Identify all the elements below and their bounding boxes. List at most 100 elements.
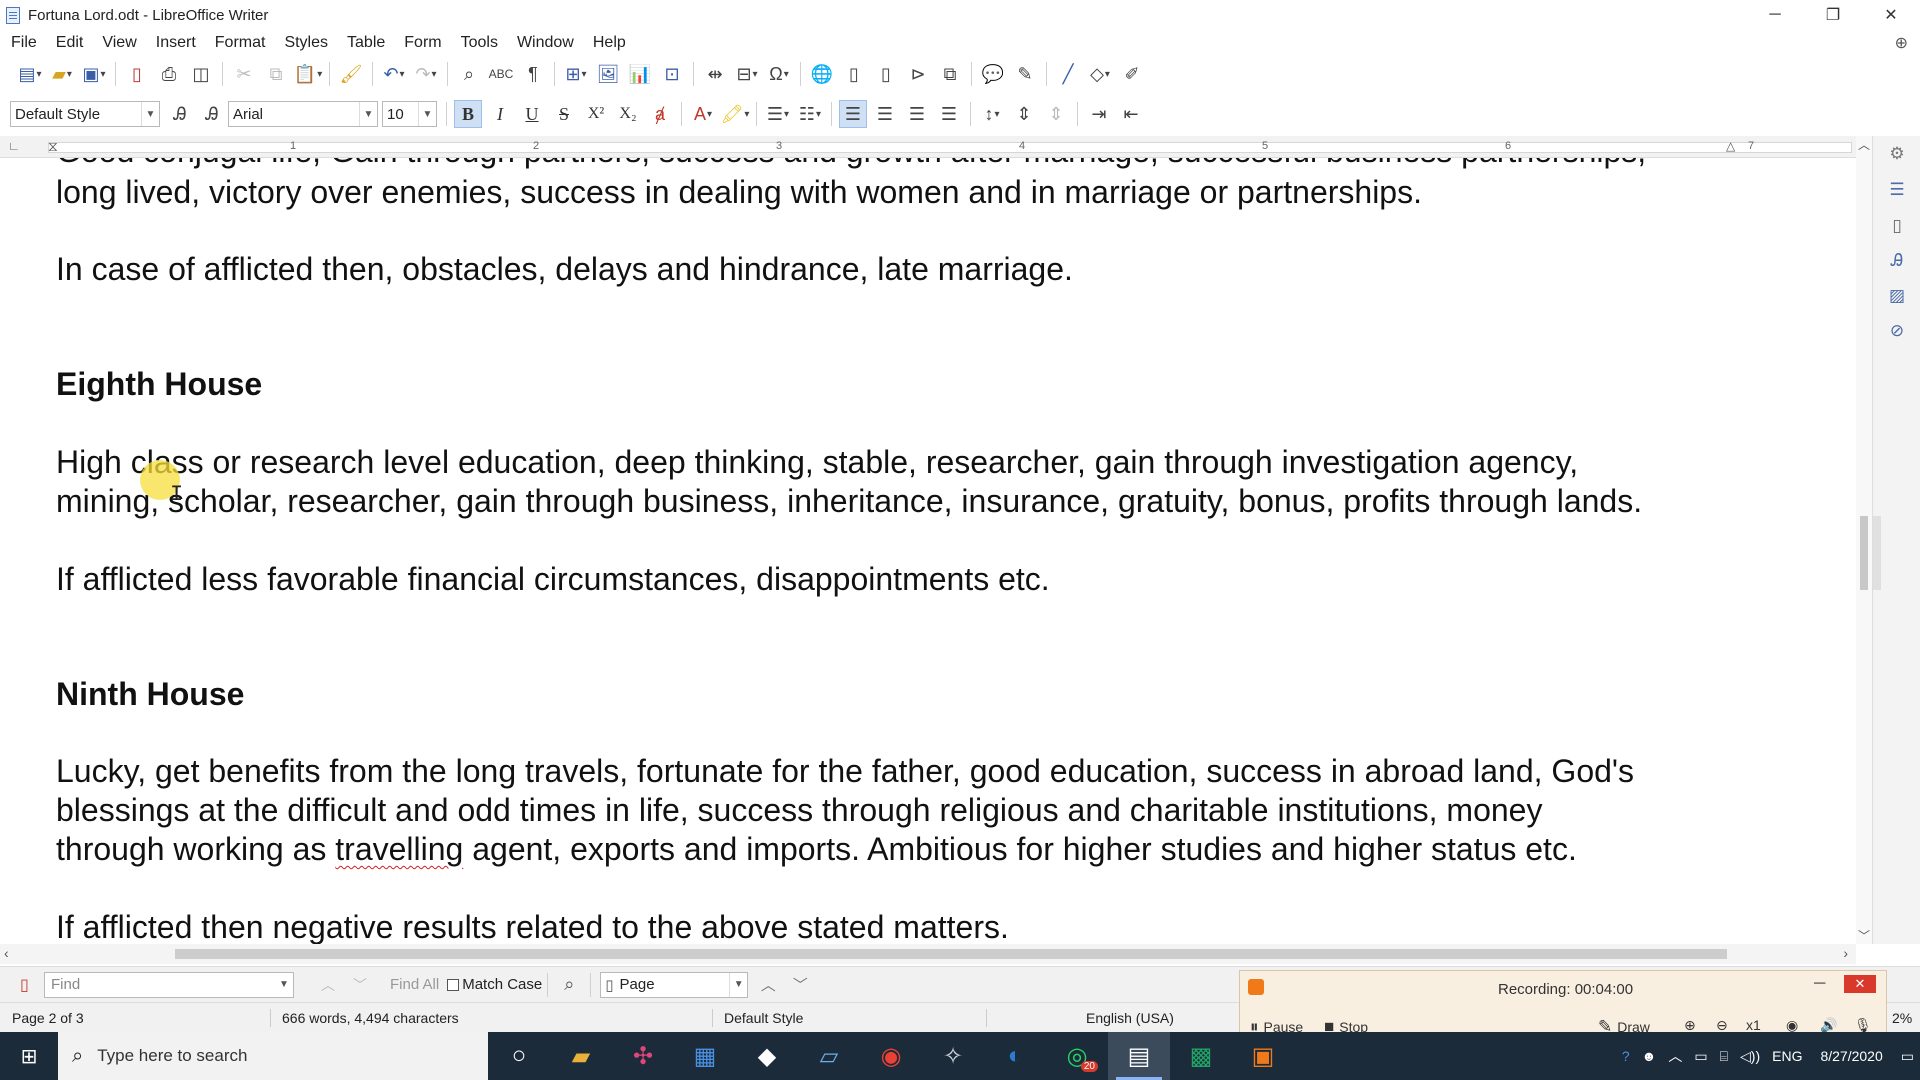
chevron-up-icon[interactable]: ︿ [1668,1046,1682,1066]
paragraph[interactable]: High class or research level education, … [56,443,1756,482]
hyperlink-icon[interactable]: 🌐 [808,60,836,88]
insert-field-icon[interactable]: ⊟ [733,60,761,88]
paragraph[interactable]: long lived, victory over enemies, succes… [56,173,1756,212]
superscript-button[interactable]: X² [582,100,610,128]
minimize-button[interactable]: ─ [1746,0,1804,30]
clock[interactable]: 8/27/2020 [1814,1046,1888,1066]
navigator-icon[interactable]: ⊘ [1885,319,1909,343]
close-recorder-icon[interactable]: ✕ [1844,975,1876,993]
scroll-right-icon[interactable]: › [1843,945,1848,961]
menu-form[interactable]: Form [393,34,449,52]
document-area[interactable]: Good conjugal life, Gain through partner… [0,158,1856,944]
chevron-down-icon[interactable]: ▼ [359,102,377,126]
indent-marker-icon[interactable]: ⧖ [48,138,58,155]
chevron-down-icon[interactable]: ▼ [729,972,747,997]
spelling-icon[interactable]: ABC [487,60,515,88]
help-icon[interactable]: ? [1622,1048,1630,1064]
line-icon[interactable]: ╱ [1054,60,1082,88]
menu-file[interactable]: File [0,34,45,52]
maximize-button[interactable]: ❐ [1804,0,1862,30]
undo-icon[interactable]: ↶ [380,60,408,88]
chevron-down-icon[interactable]: ▼ [275,973,293,997]
find-previous-icon[interactable]: ︿ [314,971,342,999]
ordered-list-icon[interactable]: ☷ [796,100,824,128]
unordered-list-icon[interactable]: ☰ [764,100,792,128]
menu-styles[interactable]: Styles [273,34,336,52]
new-style-icon[interactable]: Ꭿ [198,100,226,128]
paragraph[interactable]: mining, scholar, researcher, gain throug… [56,482,1756,521]
paragraph[interactable]: In case of afflicted then, obstacles, de… [56,250,1756,289]
decrease-indent-icon[interactable]: ⇤ [1117,100,1145,128]
page-count[interactable]: Page 2 of 3 [12,1010,84,1026]
whatsapp-icon[interactable]: ◎ 20 [1046,1032,1108,1080]
scroll-down-icon[interactable]: ﹀ [1856,927,1872,944]
subscript-button[interactable]: X₂ [614,100,642,128]
input-language[interactable]: ENG [1772,1048,1802,1064]
previous-element-icon[interactable]: ︿ [754,971,782,999]
calculator-icon[interactable]: ▦ [674,1032,736,1080]
underline-button[interactable]: U [518,100,546,128]
paste-icon[interactable]: 📋 [294,60,322,88]
cut-icon[interactable]: ✂ [230,60,258,88]
scroll-up-icon[interactable]: ︿ [1856,136,1872,153]
menu-window[interactable]: Window [506,34,582,52]
page-break-icon[interactable]: ⇹ [701,60,729,88]
cross-reference-icon[interactable]: ⧉ [936,60,964,88]
bookmark-icon[interactable]: ⊳ [904,60,932,88]
find-all-button[interactable]: Find All [390,976,439,993]
windows-start-icon[interactable]: ⊞ [0,1032,58,1080]
paragraph[interactable]: If afflicted less favorable financial ci… [56,560,1756,599]
font-size-select[interactable]: 10 ▼ [382,101,437,127]
close-find-icon[interactable]: ▯ [20,975,29,995]
chrome-icon[interactable]: ◉ [860,1032,922,1080]
menu-format[interactable]: Format [204,34,274,52]
insert-textbox-icon[interactable]: ⊡ [658,60,686,88]
partial-paragraph[interactable]: Good conjugal life, Gain through partner… [56,158,1756,171]
taskbar-search[interactable]: ⌕ Type here to search [58,1032,488,1080]
menu-help[interactable]: Help [582,34,634,52]
screen-recorder-icon[interactable]: ▣ [1232,1032,1294,1080]
chevron-down-icon[interactable]: ▼ [141,102,159,126]
line-spacing-icon[interactable]: ↕ [978,100,1006,128]
right-indent-marker-icon[interactable]: △ [1726,139,1735,153]
insert-table-icon[interactable]: ⊞ [562,60,590,88]
cortana-icon[interactable]: ○ [488,1032,550,1080]
paragraph[interactable]: Lucky, get benefits from the long travel… [56,752,1756,791]
libreoffice-writer-icon[interactable]: ▤ [1108,1032,1170,1080]
insert-chart-icon[interactable]: 📊 [626,60,654,88]
formatting-marks-icon[interactable]: ¶ [519,60,547,88]
paragraph-style-select[interactable]: Default Style ▼ [10,101,160,127]
font-color-icon[interactable]: A [689,100,717,128]
zoom-percentage[interactable]: 2% [1892,1010,1912,1026]
align-left-icon[interactable]: ☰ [839,100,867,128]
justify-icon[interactable]: ☰ [935,100,963,128]
insert-image-icon[interactable]: 🖼 [594,60,622,88]
decrease-paragraph-spacing-icon[interactable]: ⇕ [1042,100,1070,128]
menu-edit[interactable]: Edit [45,34,92,52]
new-document-icon[interactable]: ▤ [16,60,44,88]
menu-insert[interactable]: Insert [145,34,204,52]
update-style-icon[interactable]: Ꭿ [166,100,194,128]
sidebar-handle[interactable] [1873,516,1881,590]
outlook-icon[interactable]: ◐ [984,1032,1046,1080]
paragraph[interactable]: through working as travelling agent, exp… [56,830,1756,869]
print-preview-icon[interactable]: ◫ [187,60,215,88]
notepad-icon[interactable]: ▱ [798,1032,860,1080]
heading-ninth-house[interactable]: Ninth House [56,675,1756,714]
paragraph[interactable]: blessings at the difficult and odd times… [56,791,1756,830]
minimize-recorder-icon[interactable]: ─ [1814,975,1825,993]
misspelled-word[interactable]: travelling [335,831,463,867]
styles-icon[interactable]: Ꭿ [1885,249,1909,273]
print-icon[interactable]: ⎙ [155,60,183,88]
basic-shapes-icon[interactable]: ◇ [1086,60,1114,88]
horizontal-scrollbar[interactable]: ‹ › [0,944,1856,964]
settings-icon[interactable]: ⚙ [1885,142,1909,166]
people-icon[interactable]: ☻ [1642,1048,1657,1064]
word-count[interactable]: 666 words, 4,494 characters [282,1010,459,1026]
next-element-icon[interactable]: ﹀ [786,971,814,999]
comment-icon[interactable]: 💬 [979,60,1007,88]
increase-paragraph-spacing-icon[interactable]: ⇕ [1010,100,1038,128]
footnote-icon[interactable]: ▯ [840,60,868,88]
volume-icon[interactable]: ◁)) [1740,1048,1760,1065]
paragraph[interactable]: If afflicted then negative results relat… [56,908,1756,944]
